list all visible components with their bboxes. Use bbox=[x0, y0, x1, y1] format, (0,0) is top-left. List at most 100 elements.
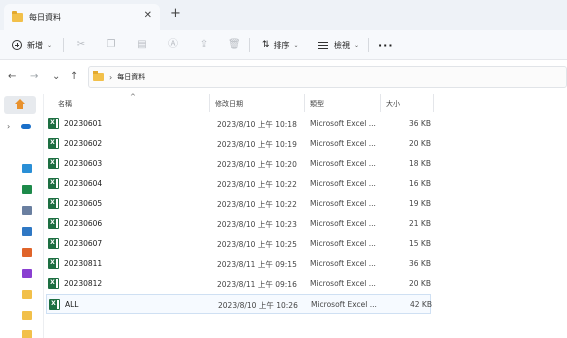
file-name: 20230607 bbox=[64, 239, 103, 248]
sort-label: 排序 bbox=[273, 40, 290, 50]
file-size: 36 KB bbox=[409, 259, 431, 268]
breadcrumb-daily-data[interactable]: 每日資料 bbox=[117, 72, 145, 82]
music-icon[interactable] bbox=[22, 248, 32, 257]
file-type: Microsoft Excel ... bbox=[310, 199, 376, 208]
column-header-size[interactable]: 大小 bbox=[386, 99, 400, 113]
file-row[interactable]: 20230607 2023/8/10 上午 10:25 Microsoft Ex… bbox=[46, 234, 431, 254]
file-row[interactable]: 20230811 2023/8/11 上午 09:15 Microsoft Ex… bbox=[46, 254, 431, 274]
rename-icon[interactable]: Ⓐ bbox=[167, 39, 179, 51]
file-name: 20230811 bbox=[64, 259, 103, 268]
file-size: 36 KB bbox=[409, 119, 431, 128]
file-date: 2023/8/10 上午 10:23 bbox=[217, 220, 297, 229]
file-size: 21 KB bbox=[409, 219, 431, 228]
excel-file-icon bbox=[48, 218, 59, 229]
sort-button[interactable]: ⇅ 排序 ⌄ bbox=[262, 37, 299, 53]
folder-icon bbox=[12, 10, 23, 22]
file-row[interactable]: 20230603 2023/8/10 上午 10:20 Microsoft Ex… bbox=[46, 154, 431, 174]
videos-icon[interactable] bbox=[22, 269, 32, 278]
forward-icon[interactable]: → bbox=[30, 71, 38, 83]
view-label: 檢視 bbox=[334, 40, 350, 50]
file-type: Microsoft Excel ... bbox=[310, 119, 376, 128]
chevron-down-icon: ⌄ bbox=[354, 41, 360, 49]
home-icon bbox=[15, 99, 25, 109]
folder-icon[interactable] bbox=[22, 330, 32, 338]
file-row[interactable]: 20230606 2023/8/10 上午 10:23 Microsoft Ex… bbox=[46, 214, 431, 234]
file-name: 20230603 bbox=[64, 159, 103, 168]
file-type: Microsoft Excel ... bbox=[311, 300, 377, 309]
up-icon[interactable]: ↑ bbox=[70, 71, 78, 83]
file-row-selected[interactable]: ALL 2023/8/10 上午 10:26 Microsoft Excel .… bbox=[46, 294, 432, 314]
file-row[interactable]: 20230602 2023/8/10 上午 10:19 Microsoft Ex… bbox=[46, 134, 431, 154]
file-row[interactable]: 20230605 2023/8/10 上午 10:22 Microsoft Ex… bbox=[46, 194, 431, 214]
downloads-icon[interactable] bbox=[22, 185, 32, 194]
column-header-name[interactable]: 名稱 bbox=[58, 99, 72, 113]
column-header-type[interactable]: 類型 bbox=[310, 99, 324, 113]
new-label: 新增 bbox=[27, 40, 43, 50]
view-button[interactable]: 檢視 ⌄ bbox=[318, 37, 359, 53]
file-row[interactable]: 20230812 2023/8/11 上午 09:16 Microsoft Ex… bbox=[46, 274, 431, 294]
column-type-label: 類型 bbox=[310, 100, 324, 108]
excel-file-icon bbox=[48, 238, 59, 249]
delete-icon[interactable]: 🗑 bbox=[228, 39, 241, 51]
file-name: 20230606 bbox=[64, 219, 103, 228]
column-size-label: 大小 bbox=[386, 100, 400, 108]
file-type: Microsoft Excel ... bbox=[310, 259, 376, 268]
file-type: Microsoft Excel ... bbox=[310, 219, 376, 228]
file-row[interactable]: 20230601 2023/8/10 上午 10:18 Microsoft Ex… bbox=[46, 114, 431, 134]
column-header-date[interactable]: 修改日期 bbox=[215, 99, 243, 113]
address-bar[interactable]: › 每日資料 bbox=[88, 66, 567, 88]
folder-icon[interactable] bbox=[22, 290, 32, 299]
file-row[interactable]: 20230604 2023/8/10 上午 10:22 Microsoft Ex… bbox=[46, 174, 431, 194]
tab-daily-data[interactable]: 每日資料 ✕ bbox=[4, 4, 160, 30]
share-icon[interactable]: ⇪ bbox=[198, 39, 210, 51]
divider bbox=[249, 38, 250, 52]
more-options-button[interactable]: ··· bbox=[378, 37, 394, 53]
file-name: 20230601 bbox=[64, 119, 103, 128]
column-divider[interactable] bbox=[380, 94, 381, 112]
divider bbox=[368, 38, 369, 52]
file-size: 16 KB bbox=[409, 179, 431, 188]
expand-icon[interactable]: › bbox=[7, 122, 10, 131]
excel-file-icon bbox=[48, 258, 59, 269]
folder-icon[interactable] bbox=[22, 311, 32, 320]
file-size: 20 KB bbox=[409, 139, 431, 148]
column-divider[interactable] bbox=[304, 94, 305, 112]
sidebar-item-home[interactable] bbox=[4, 96, 36, 114]
desktop-icon[interactable] bbox=[22, 164, 32, 173]
file-size: 20 KB bbox=[409, 279, 431, 288]
chevron-down-icon: ⌄ bbox=[47, 41, 53, 49]
recent-locations-icon[interactable]: ⌄ bbox=[52, 71, 60, 83]
file-type: Microsoft Excel ... bbox=[310, 239, 376, 248]
view-icon bbox=[318, 41, 328, 49]
file-date: 2023/8/11 上午 09:15 bbox=[217, 260, 297, 269]
copy-icon[interactable]: ❐ bbox=[105, 39, 117, 51]
back-icon[interactable]: ← bbox=[8, 71, 16, 83]
column-divider[interactable] bbox=[433, 94, 434, 112]
file-name: ALL bbox=[65, 300, 79, 309]
file-date: 2023/8/10 上午 10:18 bbox=[217, 120, 297, 129]
documents-icon[interactable] bbox=[22, 206, 32, 215]
excel-file-icon bbox=[48, 178, 59, 189]
file-name: 20230602 bbox=[64, 139, 103, 148]
file-date: 2023/8/10 上午 10:19 bbox=[217, 140, 297, 149]
new-tab-button[interactable]: + bbox=[170, 7, 181, 20]
pictures-icon[interactable] bbox=[22, 227, 32, 236]
column-divider[interactable] bbox=[209, 94, 210, 112]
excel-file-icon bbox=[48, 198, 59, 209]
file-date: 2023/8/11 上午 09:16 bbox=[217, 280, 297, 289]
excel-file-icon bbox=[49, 299, 60, 310]
close-tab-icon[interactable]: ✕ bbox=[144, 10, 152, 21]
file-size: 15 KB bbox=[409, 239, 431, 248]
file-type: Microsoft Excel ... bbox=[310, 179, 376, 188]
onedrive-icon[interactable] bbox=[21, 124, 31, 129]
file-date: 2023/8/10 上午 10:22 bbox=[217, 180, 297, 189]
navigation-pane: › bbox=[0, 94, 44, 338]
file-date: 2023/8/10 上午 10:22 bbox=[217, 200, 297, 209]
new-button[interactable]: 新增 ⌄ bbox=[12, 37, 52, 53]
cut-icon[interactable]: ✂ bbox=[75, 39, 87, 51]
chevron-down-icon: ⌄ bbox=[293, 41, 299, 49]
column-name-label: 名稱 bbox=[58, 100, 72, 108]
excel-file-icon bbox=[48, 158, 59, 169]
paste-icon[interactable]: ▤ bbox=[136, 39, 148, 51]
file-type: Microsoft Excel ... bbox=[310, 279, 376, 288]
